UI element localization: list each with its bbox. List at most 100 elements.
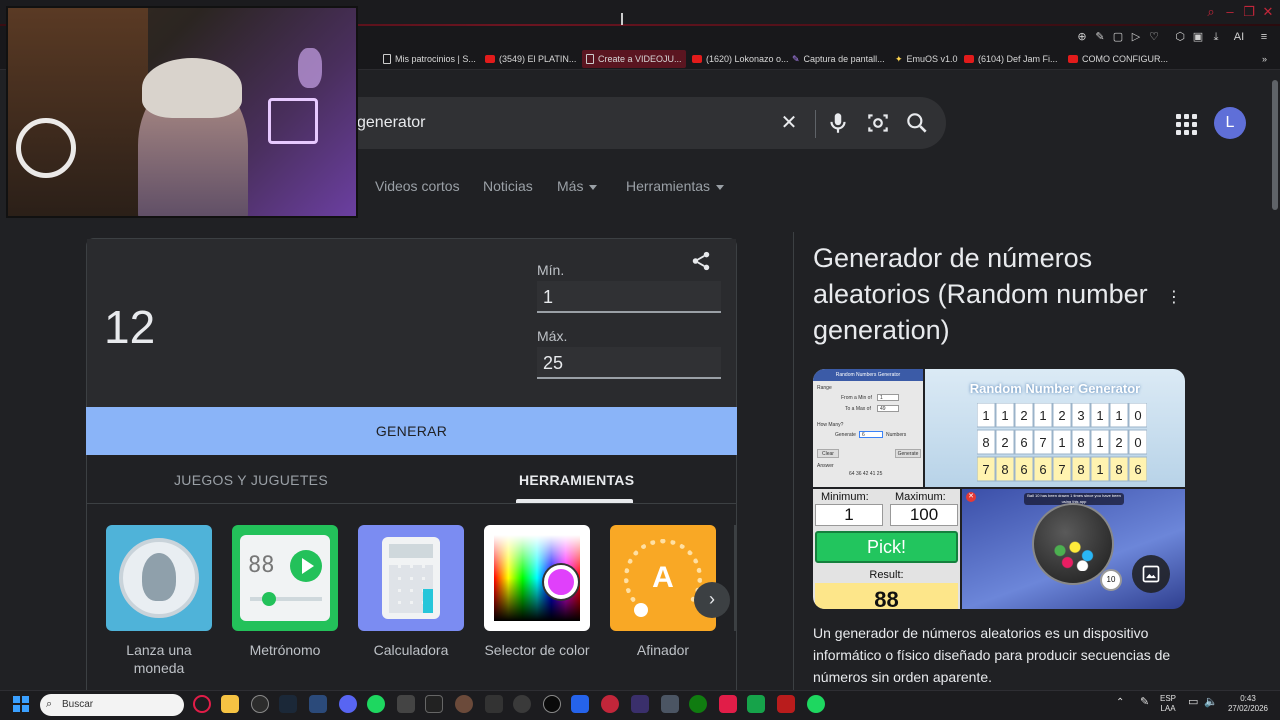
tool-metronome[interactable]: 88 Metrónomo — [232, 525, 338, 659]
image-rng-picker[interactable]: Minimum: Maximum: 1 100 Pick! Result: 88 — [813, 489, 960, 609]
clear-search-icon[interactable]: ✕ — [776, 110, 802, 136]
bookmark-item[interactable]: Mis patrocinios | S... — [383, 52, 476, 66]
tool-calculator[interactable]: Calculadora — [358, 525, 464, 659]
doc-icon — [586, 54, 594, 64]
share-icon[interactable] — [690, 250, 712, 272]
knowledge-panel-images[interactable]: Random Numbers Generator Range From a Mi… — [813, 369, 1185, 609]
volume-icon[interactable]: 🔈 — [1204, 697, 1218, 708]
search-input[interactable]: generator — [357, 114, 426, 132]
clock[interactable]: 0:43 27/02/2026 — [1226, 694, 1270, 714]
tool-label: Selector de color — [484, 642, 590, 658]
app-icon[interactable] — [631, 695, 649, 713]
app-icon[interactable] — [777, 695, 795, 713]
close-icon[interactable]: ✕ — [1260, 4, 1276, 20]
search-icon[interactable]: ⌕ — [1203, 4, 1219, 20]
min-input[interactable]: 1 — [537, 281, 721, 313]
tray-chevron-icon[interactable]: ⌃ — [1116, 698, 1124, 708]
grid-digit: 6 — [1039, 462, 1046, 477]
app-icon[interactable] — [661, 695, 679, 713]
maximize-icon[interactable]: ❐ — [1241, 4, 1257, 20]
tool-coin[interactable]: Lanza una moneda — [106, 525, 212, 677]
windows-start-icon[interactable] — [13, 696, 29, 712]
min-label: Mín. — [537, 262, 565, 278]
app-icon[interactable] — [601, 695, 619, 713]
bookmark-item[interactable]: (3549) El PLATIN... — [485, 52, 576, 66]
grid-digit: 0 — [1134, 435, 1141, 450]
tab-videos-cortos[interactable]: Videos cortos — [375, 178, 460, 194]
bookmark-item[interactable]: ✦ EmuOS v1.0 — [895, 52, 958, 66]
menu-icon[interactable]: ≡ — [1256, 29, 1272, 45]
image1-how-many: How Many? — [817, 422, 844, 428]
pin-icon[interactable]: ✎ — [1092, 29, 1108, 45]
app-icon[interactable] — [513, 695, 531, 713]
microphone-icon[interactable] — [825, 110, 851, 136]
tab-herramientas[interactable]: Herramientas — [626, 178, 725, 194]
ai-button[interactable]: AI — [1228, 29, 1250, 45]
spotify-icon[interactable] — [807, 695, 825, 713]
tab-herramientas-tools[interactable]: HERRAMIENTAS — [519, 472, 634, 488]
taskbar-search[interactable]: Buscar — [40, 694, 184, 716]
bookmark-item[interactable]: Create a VIDEOJU... — [582, 50, 686, 68]
bookmark-label: (6104) Def Jam Fi... — [978, 54, 1058, 64]
spotify-icon[interactable] — [367, 695, 385, 713]
minimize-icon[interactable]: – — [1222, 4, 1238, 20]
download-icon[interactable]: ⤓ — [1208, 29, 1224, 45]
wallet-icon[interactable]: ▣ — [1190, 29, 1206, 45]
grid-digit: 0 — [1134, 408, 1141, 423]
app-icon[interactable] — [397, 695, 415, 713]
app-icon[interactable] — [571, 695, 589, 713]
tray-app-icon[interactable]: ✎ — [1140, 697, 1149, 708]
more-bookmarks-icon[interactable]: » — [1262, 52, 1267, 66]
image1-answer-value: 64 36 42 41 25 — [849, 471, 883, 477]
bookmark-label: Mis patrocinios | S... — [395, 54, 476, 64]
ai-label: AI — [1233, 31, 1245, 43]
app-icon[interactable] — [543, 695, 561, 713]
avatar[interactable]: L — [1214, 107, 1246, 139]
grid-digit: 2 — [1115, 435, 1122, 450]
extensions-icon[interactable]: ⬡ — [1172, 29, 1188, 45]
play-icon[interactable]: ▷ — [1128, 29, 1144, 45]
steam-icon[interactable] — [279, 695, 297, 713]
scrollbar-thumb[interactable] — [1272, 80, 1278, 210]
xbox-icon[interactable] — [689, 695, 707, 713]
discord-icon[interactable] — [339, 695, 357, 713]
app-icon[interactable] — [747, 695, 765, 713]
image-rng-grid[interactable]: Random Number Generator 1121231108267181… — [925, 369, 1185, 487]
image-lottery-machine[interactable]: ✕ Ball 10 has been drawn 1 times since y… — [962, 489, 1185, 609]
search-icon[interactable] — [904, 110, 930, 136]
tab-mas[interactable]: Más — [557, 178, 598, 194]
max-input[interactable]: 25 — [537, 347, 721, 379]
image1-generate-value: 6 — [859, 431, 883, 438]
app-icon[interactable] — [719, 695, 737, 713]
language-indicator[interactable]: ESP LAA — [1158, 694, 1178, 714]
bookmark-item[interactable]: COMO CONFIGUR... — [1068, 52, 1168, 66]
more-options-icon[interactable]: ⋮ — [1166, 287, 1182, 306]
camera-search-icon[interactable] — [865, 110, 891, 136]
app-icon[interactable] — [251, 695, 269, 713]
image-rng-form[interactable]: Random Numbers Generator Range From a Mi… — [813, 369, 923, 487]
app-icon[interactable] — [425, 695, 443, 713]
generate-button[interactable]: GENERAR — [86, 407, 737, 455]
bookmark-item[interactable]: (6104) Def Jam Fi... — [964, 52, 1058, 66]
file-explorer-icon[interactable] — [221, 695, 239, 713]
app-icon[interactable] — [485, 695, 503, 713]
snapshot-icon[interactable]: ▢ — [1110, 29, 1126, 45]
carousel-next-button[interactable]: › — [694, 582, 730, 618]
bookmark-item[interactable]: (1620) Lokonazo o... — [692, 52, 789, 66]
color-picker-icon — [484, 525, 590, 631]
app-icon[interactable] — [309, 695, 327, 713]
app-icon[interactable] — [455, 695, 473, 713]
tab-juegos-juguetes[interactable]: JUEGOS Y JUGUETES — [174, 472, 328, 488]
network-icon[interactable]: ▭ — [1188, 697, 1198, 708]
image3-min-value: 1 — [815, 504, 883, 526]
heart-icon[interactable]: ♡ — [1146, 29, 1162, 45]
opera-gx-icon[interactable] — [193, 695, 211, 713]
google-apps-icon[interactable] — [1174, 112, 1198, 136]
tool-color-picker[interactable]: Selector de color — [484, 525, 590, 659]
tab-noticias[interactable]: Noticias — [483, 178, 533, 194]
bookmark-item[interactable]: ✎ Captura de pantall... — [792, 52, 885, 66]
image1-from-label: From a Min of — [841, 395, 872, 401]
knowledge-panel-description: Un generador de números aleatorios es un… — [813, 625, 1171, 685]
zoom-icon[interactable]: ⊕ — [1074, 29, 1090, 45]
bookmark-label: (1620) Lokonazo o... — [706, 54, 789, 64]
